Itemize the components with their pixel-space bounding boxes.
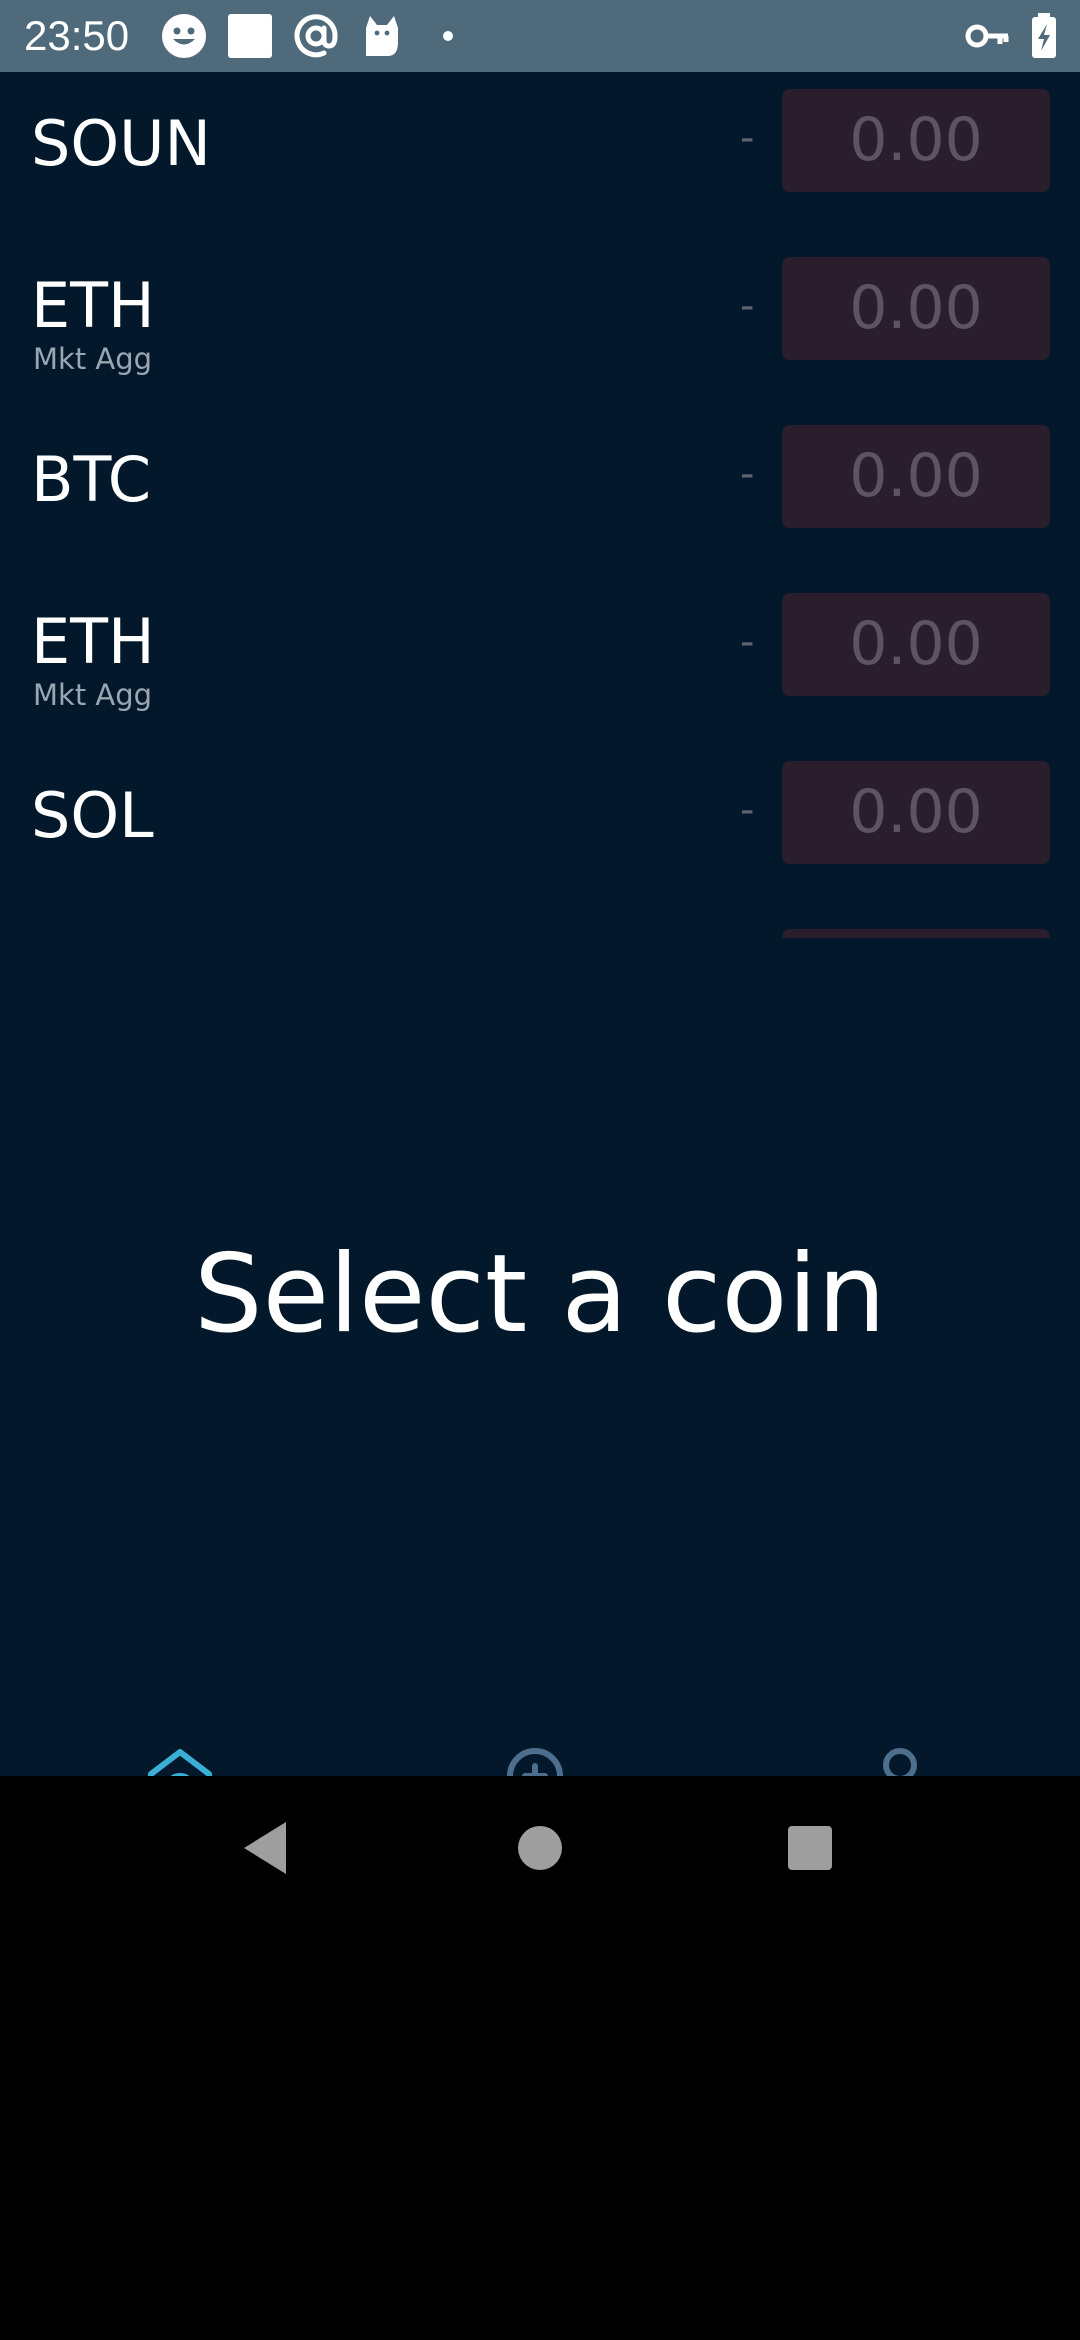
coin-change: - bbox=[740, 115, 755, 161]
battery-charging-icon bbox=[1032, 13, 1056, 58]
system-nav-bar bbox=[0, 1776, 1080, 1920]
coin-value-box-partial[interactable] bbox=[782, 929, 1050, 938]
back-icon[interactable] bbox=[236, 1816, 300, 1880]
coin-value-box[interactable]: 0.00 bbox=[782, 593, 1050, 696]
coin-row-sol[interactable]: SOL - 0.00 bbox=[0, 744, 1080, 912]
coin-market-label: Mkt Agg bbox=[33, 342, 153, 376]
coin-market-label: Mkt Agg bbox=[33, 678, 153, 712]
cat-icon bbox=[366, 16, 398, 56]
key-icon bbox=[965, 24, 1009, 48]
coin-value-box[interactable]: 0.00 bbox=[782, 257, 1050, 360]
status-bar: 23:50 bbox=[0, 0, 1080, 72]
white-square-icon bbox=[228, 14, 272, 58]
coin-change: - bbox=[740, 283, 755, 329]
coin-value-box[interactable]: 0.00 bbox=[782, 89, 1050, 192]
coin-row-eth-2[interactable]: ETH Mkt Agg - 0.00 bbox=[0, 576, 1080, 744]
dot-icon bbox=[443, 31, 453, 41]
coin-symbol: ETH bbox=[31, 269, 155, 342]
coin-symbol: SOL bbox=[31, 779, 154, 852]
home-circle-icon[interactable] bbox=[508, 1816, 572, 1880]
coin-symbol: BTC bbox=[31, 443, 152, 516]
app-screen: SOUN - 0.00 ETH Mkt Agg - 0.00 BTC - 0.0… bbox=[0, 72, 1080, 1848]
coin-value-box[interactable]: 0.00 bbox=[782, 425, 1050, 528]
coin-change: - bbox=[740, 787, 755, 833]
coin-list[interactable]: SOUN - 0.00 ETH Mkt Agg - 0.00 BTC - 0.0… bbox=[0, 72, 1080, 938]
coin-symbol: ETH bbox=[31, 605, 155, 678]
coin-row-soun[interactable]: SOUN - 0.00 bbox=[0, 72, 1080, 240]
coin-row-eth[interactable]: ETH Mkt Agg - 0.00 bbox=[0, 240, 1080, 408]
status-time: 23:50 bbox=[24, 12, 130, 59]
coin-symbol: SOUN bbox=[31, 107, 211, 180]
select-coin-placeholder: Select a coin bbox=[194, 1232, 886, 1357]
coin-change: - bbox=[740, 451, 755, 497]
coin-value-box[interactable]: 0.00 bbox=[782, 761, 1050, 864]
coin-change: - bbox=[740, 619, 755, 665]
recents-icon[interactable] bbox=[778, 1816, 842, 1880]
at-sign-icon bbox=[294, 14, 338, 58]
smiley-icon bbox=[162, 14, 206, 58]
coin-row-btc[interactable]: BTC - 0.00 bbox=[0, 408, 1080, 576]
